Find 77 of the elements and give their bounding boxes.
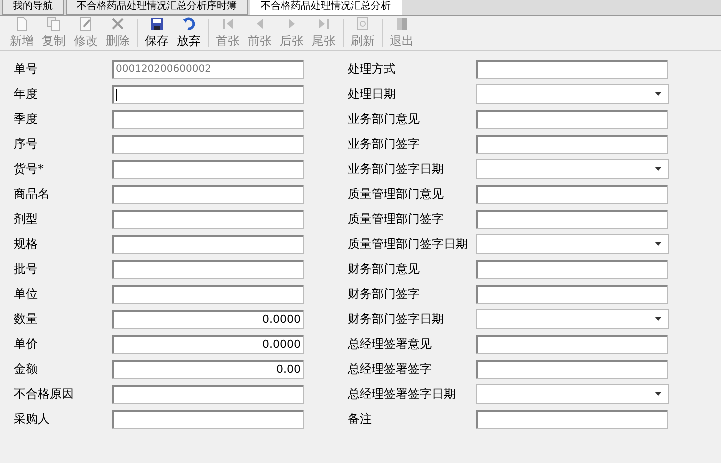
- date-dropdown[interactable]: [476, 309, 669, 329]
- input-field[interactable]: [112, 134, 304, 154]
- input-field[interactable]: [476, 110, 668, 128]
- input-field[interactable]: 0.0000: [112, 310, 304, 328]
- field-label: 批号: [14, 260, 39, 278]
- first-icon: [220, 16, 236, 32]
- tab[interactable]: 不合格药品处理情况汇总分析序时簿: [66, 0, 248, 15]
- field-label: 质量管理部门签字: [348, 210, 445, 228]
- input-field[interactable]: [476, 260, 668, 278]
- input-field[interactable]: [112, 410, 304, 428]
- last-icon: [316, 16, 332, 32]
- input-field[interactable]: [476, 410, 668, 428]
- tab[interactable]: 不合格药品处理情况汇总分析: [250, 0, 402, 15]
- field-label: 规格: [14, 236, 39, 252]
- dropdown-arrow-icon: [655, 167, 662, 171]
- field-label: 质量管理部门意见: [348, 186, 445, 202]
- field-label: 业务部门意见: [348, 110, 421, 128]
- input-field[interactable]: [112, 210, 304, 228]
- field-label: 数量: [14, 310, 39, 328]
- edit-icon: [78, 16, 94, 32]
- input-field[interactable]: 0.00: [112, 360, 304, 378]
- toolbar-button[interactable]: 放弃: [173, 16, 205, 50]
- field-label: 序号: [14, 136, 39, 152]
- field-label: 总经理签署意见: [348, 336, 433, 352]
- dropdown-arrow-icon: [655, 392, 662, 396]
- field-label: 总经理签署签字日期: [348, 386, 457, 402]
- input-field[interactable]: [112, 110, 304, 128]
- copy-icon: [46, 16, 62, 32]
- input-field[interactable]: [112, 234, 304, 254]
- date-dropdown[interactable]: [476, 234, 669, 254]
- field-label: 单位: [14, 286, 39, 302]
- field-label: 备注: [348, 410, 373, 428]
- input-field[interactable]: [112, 184, 304, 204]
- field-label: 年度: [14, 86, 39, 102]
- input-field[interactable]: [476, 60, 668, 78]
- input-field[interactable]: [476, 360, 668, 378]
- dropdown-arrow-icon: [655, 317, 662, 321]
- input-field[interactable]: [112, 84, 304, 104]
- field-label: 财务部门意见: [348, 260, 421, 278]
- input-field[interactable]: 0.0000: [112, 334, 304, 354]
- field-label: 总经理签署签字: [348, 360, 433, 378]
- field-label: 单号: [14, 60, 39, 78]
- dropdown-arrow-icon: [655, 242, 662, 246]
- input-field[interactable]: [476, 210, 668, 228]
- field-label: 业务部门签字日期: [348, 160, 445, 178]
- field-label: 质量管理部门签字日期: [348, 236, 469, 252]
- dropdown-arrow-icon: [655, 92, 662, 96]
- toolbar-button[interactable]: 保存: [141, 16, 173, 50]
- field-label: 处理方式: [348, 60, 397, 78]
- input-field[interactable]: [476, 284, 668, 304]
- date-dropdown[interactable]: [476, 84, 669, 104]
- delete-icon: [110, 16, 126, 32]
- date-dropdown[interactable]: [476, 159, 669, 179]
- field-label: 不合格原因: [14, 386, 75, 402]
- input-field[interactable]: [476, 184, 668, 204]
- input-field[interactable]: [112, 284, 304, 304]
- field-label: 金额: [14, 360, 39, 378]
- input-field[interactable]: [112, 160, 304, 178]
- field-label: 业务部门签字: [348, 136, 421, 152]
- refresh-icon: [355, 16, 371, 32]
- tab[interactable]: 我的导航: [2, 0, 64, 15]
- field-label: 商品名: [14, 186, 51, 202]
- field-label: 处理日期: [348, 86, 397, 102]
- field-label: 财务部门签字: [348, 286, 421, 302]
- input-field[interactable]: [112, 260, 304, 278]
- field-label: 采购人: [14, 410, 51, 428]
- field-label: 货号*: [14, 160, 45, 178]
- field-label: 剂型: [14, 210, 39, 228]
- input-field[interactable]: [476, 134, 668, 154]
- input-field[interactable]: [112, 384, 304, 404]
- field-label: 单价: [14, 336, 39, 352]
- exit-icon: [394, 16, 410, 32]
- input-field[interactable]: [476, 334, 668, 354]
- field-label: 季度: [14, 110, 39, 128]
- undo-icon: [181, 16, 197, 32]
- field-label: 财务部门签字日期: [348, 310, 445, 328]
- date-dropdown[interactable]: [476, 384, 669, 404]
